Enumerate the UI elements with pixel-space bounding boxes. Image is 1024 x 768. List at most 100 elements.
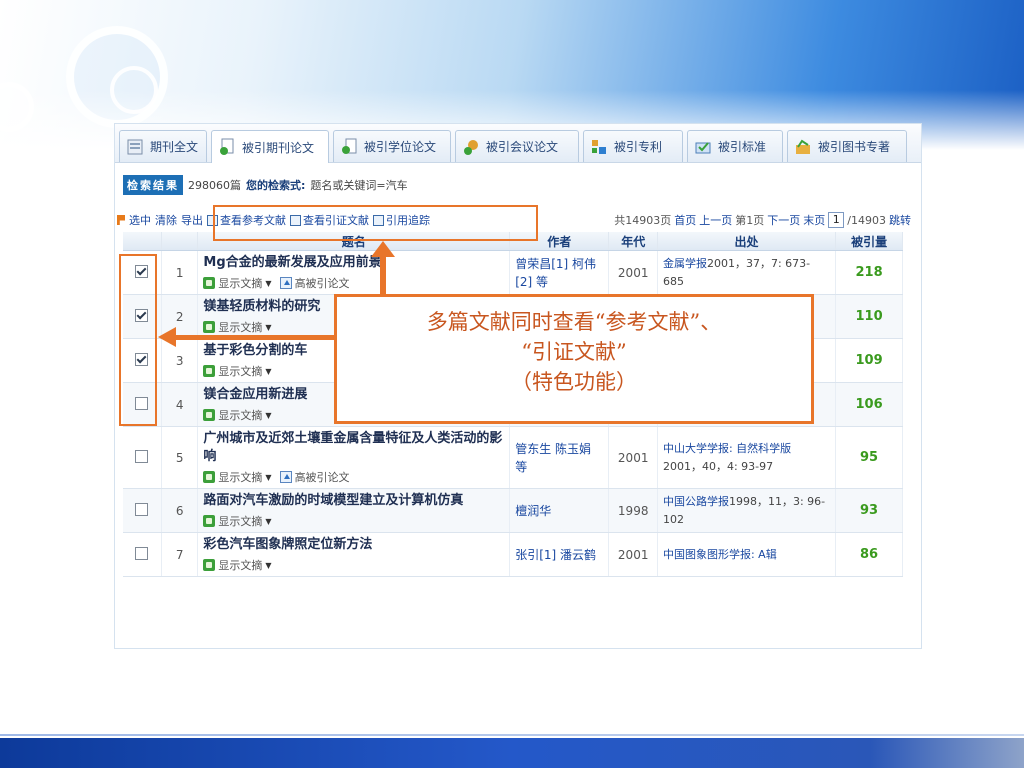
- journal-icon: [127, 139, 143, 154]
- cited-count-link[interactable]: 106: [835, 382, 903, 427]
- paper-title-link[interactable]: 广州城市及近郊土壤重金属含量特征及人类活动的影响: [203, 430, 504, 466]
- show-abstract-toggle[interactable]: 显示文摘 ▼: [203, 319, 272, 335]
- row-number: 5: [161, 426, 199, 489]
- journal-link[interactable]: 中山大学学报: 自然科学版: [663, 442, 791, 455]
- year: 2001: [608, 250, 658, 295]
- tab-cited-journal-papers[interactable]: 被引期刊论文: [211, 130, 329, 163]
- journal-link[interactable]: 中国公路学报: [663, 495, 729, 508]
- cited-count-link[interactable]: 109: [835, 338, 903, 383]
- abstract-icon: [203, 409, 216, 421]
- arrow-left-head: [158, 327, 176, 347]
- next-page-link[interactable]: 下一页: [767, 212, 800, 228]
- tab-cited-patents[interactable]: 被引专利: [583, 130, 683, 162]
- tab-cited-conference-papers[interactable]: 被引会议论文: [455, 130, 579, 162]
- arrow-left: [174, 335, 334, 340]
- header-source[interactable]: 出处: [657, 232, 837, 251]
- highly-cited-icon: [279, 471, 292, 483]
- tab-label: 被引专利: [614, 140, 663, 154]
- tab-journal-fulltext[interactable]: 期刊全文: [119, 130, 207, 162]
- caret-down-icon: ▼: [265, 516, 272, 526]
- result-count: 298060篇: [188, 179, 241, 192]
- year: 2001: [608, 532, 658, 577]
- table-row: 7 彩色汽车图象牌照定位新方法 显示文摘 ▼ 张引[1] 潘云鹤 2001 中国图象图形学报…: [123, 532, 903, 577]
- slide-footer-decoration: [0, 734, 1024, 768]
- result-badge: 检索结果: [123, 175, 183, 195]
- caret-down-icon: ▼: [265, 560, 272, 570]
- header-year[interactable]: 年代: [608, 232, 658, 251]
- page-count: /14903: [847, 213, 886, 227]
- tab-cited-standards[interactable]: 被引标准: [687, 130, 783, 162]
- search-expression-label: 您的检索式:: [246, 179, 306, 192]
- page-number-input[interactable]: 1: [828, 212, 845, 228]
- tab-label: 被引图书专著: [818, 140, 891, 154]
- caret-down-icon: ▼: [265, 472, 272, 482]
- cited-count-link[interactable]: 110: [835, 294, 903, 339]
- table-row: 6 路面对汽车激励的时域模型建立及计算机仿真 显示文摘 ▼ 檀润华 1998 中国公路学报1…: [123, 488, 903, 533]
- callout-text: 多篇文献同时查看“参考文献”、 “引证文献” （特色功能）: [337, 307, 811, 397]
- row-checkbox[interactable]: [135, 546, 149, 560]
- clear-button[interactable]: 清除: [155, 212, 177, 228]
- abstract-icon: [203, 365, 216, 377]
- show-abstract-toggle[interactable]: 显示文摘 ▼: [203, 557, 272, 573]
- row-checkbox[interactable]: [135, 502, 149, 516]
- row-number: 6: [161, 488, 199, 533]
- highly-cited-icon: [279, 277, 292, 289]
- go-page-button[interactable]: 跳转: [889, 212, 911, 228]
- callout-box: 多篇文献同时查看“参考文献”、 “引证文献” （特色功能）: [334, 294, 814, 424]
- document-icon: [220, 138, 234, 155]
- highly-cited-link[interactable]: 高被引论文: [279, 275, 350, 291]
- arrow-up: [380, 256, 386, 296]
- page-total: 共14903页: [614, 214, 672, 227]
- tab-cited-books[interactable]: 被引图书专著: [787, 130, 907, 162]
- search-expression: 题名或关键词=汽车: [310, 179, 408, 192]
- last-page-link[interactable]: 末页: [803, 212, 825, 228]
- show-abstract-toggle[interactable]: 显示文摘 ▼: [203, 513, 272, 529]
- year: 1998: [608, 488, 658, 533]
- caret-down-icon: ▼: [265, 322, 272, 332]
- caret-down-icon: ▼: [265, 410, 272, 420]
- callout-line: （特色功能）: [511, 370, 637, 394]
- journal-link[interactable]: 中国图象图形学报: A辑: [663, 548, 777, 561]
- thesis-icon: [342, 138, 357, 154]
- current-page: 第1页: [735, 214, 765, 227]
- pagination: 共14903页 首页 上一页 第1页 下一页 末页 1 /14903 跳转: [614, 210, 911, 230]
- table-row: 5 广州城市及近郊土壤重金属含量特征及人类活动的影响显示文摘 ▼ 高被引论文 管东生 陈…: [123, 426, 903, 489]
- prev-page-link[interactable]: 上一页: [699, 212, 732, 228]
- show-abstract-toggle[interactable]: 显示文摘 ▼: [203, 275, 272, 291]
- tab-label: 被引期刊论文: [242, 140, 315, 155]
- author-link[interactable]: 张引[1] 潘云鹤: [509, 532, 610, 577]
- first-page-link[interactable]: 首页: [674, 212, 696, 228]
- cited-count-link[interactable]: 95: [835, 426, 903, 489]
- abstract-icon: [203, 559, 216, 571]
- caret-down-icon: ▼: [265, 366, 272, 376]
- row-checkbox[interactable]: [135, 449, 149, 463]
- author-link[interactable]: 管东生 陈玉娟 等: [509, 426, 610, 489]
- paper-title-link[interactable]: 路面对汽车激励的时域模型建立及计算机仿真: [203, 492, 504, 510]
- header-cited[interactable]: 被引量: [835, 232, 903, 251]
- table-row: 1 Mg合金的最新发展及应用前景 显示文摘 ▼ 高被引论文 曾荣昌[1] 柯伟[2] 等2…: [123, 250, 903, 295]
- paper-title-link[interactable]: 彩色汽车图象牌照定位新方法: [203, 536, 504, 554]
- flag-icon: [117, 215, 125, 225]
- conference-icon: [464, 139, 478, 155]
- callout-line: 多篇文献同时查看“参考文献”、: [426, 310, 722, 334]
- highly-cited-link[interactable]: 高被引论文: [279, 469, 350, 485]
- author-link[interactable]: 檀润华: [509, 488, 610, 533]
- cited-count-link[interactable]: 93: [835, 488, 903, 533]
- author-link[interactable]: 曾荣昌[1] 柯伟[2] 等: [509, 250, 610, 295]
- cited-count-link[interactable]: 86: [835, 532, 903, 577]
- journal-link[interactable]: 金属学报: [663, 257, 707, 270]
- show-abstract-toggle[interactable]: 显示文摘 ▼: [203, 363, 272, 379]
- show-abstract-toggle[interactable]: 显示文摘 ▼: [203, 469, 272, 485]
- paper-title-link[interactable]: Mg合金的最新发展及应用前景: [203, 254, 504, 272]
- cited-count-link[interactable]: 218: [835, 250, 903, 295]
- tab-cited-theses[interactable]: 被引学位论文: [333, 130, 451, 162]
- row-number: 4: [161, 382, 199, 427]
- tab-bar: 期刊全文 被引期刊论文 被引学位论文 被引会议论文 被引专利 被引标准 被引图书…: [115, 124, 921, 163]
- row-number: 1: [161, 250, 199, 295]
- source-detail: 2001，40，4: 93-97: [662, 459, 774, 473]
- tab-label: 被引会议论文: [486, 140, 559, 154]
- show-abstract-toggle[interactable]: 显示文摘 ▼: [203, 407, 272, 423]
- export-button[interactable]: 导出: [181, 212, 203, 228]
- result-summary: 检索结果 298060篇 您的检索式: 题名或关键词=汽车: [123, 175, 408, 195]
- select-button[interactable]: 选中: [117, 212, 151, 228]
